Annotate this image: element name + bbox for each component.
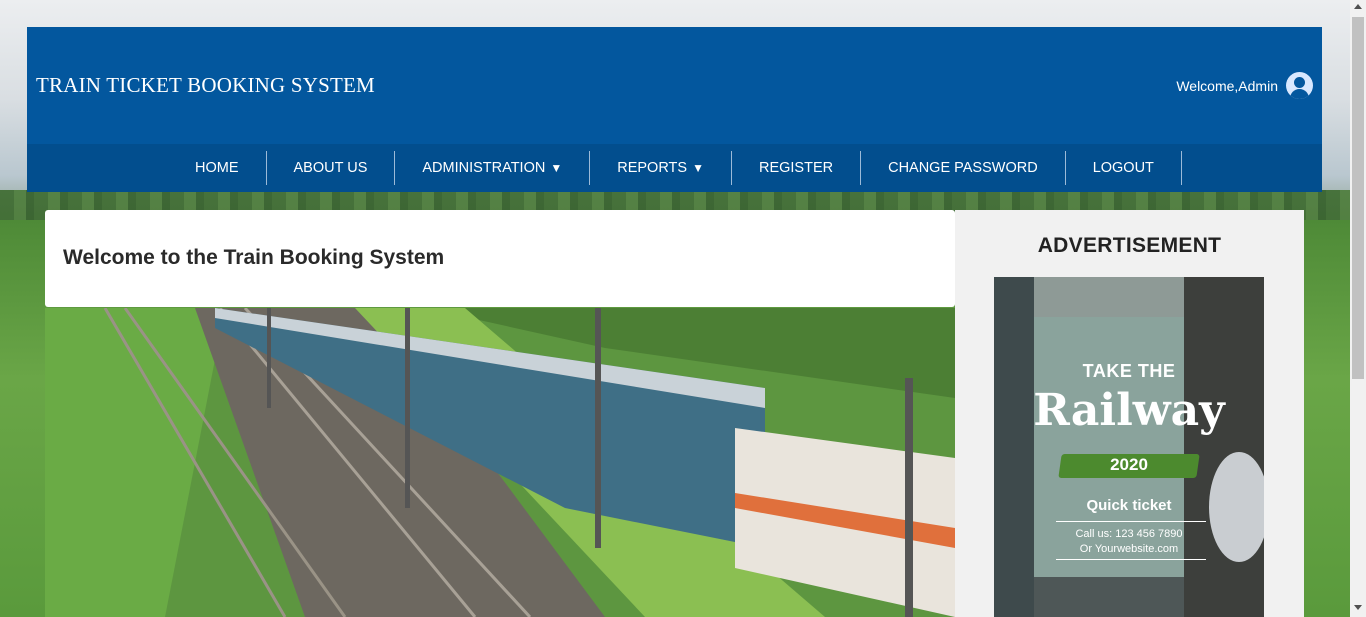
scroll-up-arrow-icon[interactable] [1354,4,1362,9]
nav-register-label: REGISTER [758,160,834,176]
advertisement-title: ADVERTISEMENT [1037,234,1222,257]
ad-background-svg [994,277,1264,617]
nav-change-password[interactable]: CHANGE PASSWORD [861,151,1066,185]
ad-call-us: Call us: 123 456 7890 [1075,528,1183,540]
nav-reports-label: REPORTS [617,160,688,176]
nav-logout-label: LOGOUT [1092,160,1154,176]
avatar-head [1294,77,1305,88]
nav-administration[interactable]: ADMINISTRATION ▼ [395,151,591,185]
scroll-thumb[interactable] [1352,17,1364,379]
nav-administration-label: ADMINISTRATION [422,160,546,176]
train-photo [45,308,955,617]
advertisement-panel: ADVERTISEMENT TAKE THE Railway 2020 Quic… [955,210,1304,617]
user-avatar-icon[interactable] [1286,72,1313,99]
welcome-card: Welcome to the Train Booking System [45,210,955,307]
nav-list: HOME ABOUT US ADMINISTRATION ▼ REPORTS ▼… [168,151,1182,185]
ad-divider-top [1056,521,1206,522]
nav-register[interactable]: REGISTER [732,151,862,185]
nav-reports[interactable]: REPORTS ▼ [590,151,732,185]
site-title: TRAIN TICKET BOOKING SYSTEM [36,73,375,97]
advertisement-banner[interactable]: TAKE THE Railway 2020 Quick ticket Call … [994,277,1264,617]
ad-railway: Railway [1033,385,1225,436]
ad-quick-ticket: Quick ticket [1086,497,1172,514]
nav-change-password-label: CHANGE PASSWORD [888,160,1038,176]
site-header: TRAIN TICKET BOOKING SYSTEM Welcome,Admi… [27,27,1322,144]
welcome-user-text: Welcome,Admin [1176,78,1278,94]
nav-logout[interactable]: LOGOUT [1066,151,1182,185]
nav-home-label: HOME [195,160,239,176]
nav-home[interactable]: HOME [168,151,267,185]
welcome-heading: Welcome to the Train Booking System [63,246,445,269]
vertical-scrollbar[interactable] [1350,0,1366,617]
avatar-body [1290,89,1309,99]
scroll-down-arrow-icon[interactable] [1354,605,1362,610]
main-navigation: HOME ABOUT US ADMINISTRATION ▼ REPORTS ▼… [27,144,1322,192]
ad-divider-bottom [1056,559,1206,560]
ad-take-the: TAKE THE [1082,361,1176,381]
nav-about-us[interactable]: ABOUT US [267,151,396,185]
chevron-down-icon: ▼ [692,161,704,175]
ad-website: Or Yourwebsite.com [1079,543,1179,555]
train-photo-svg [45,308,955,617]
chevron-down-icon: ▼ [550,161,563,175]
nav-about-us-label: ABOUT US [293,160,368,176]
ad-year: 2020 [1110,455,1148,474]
